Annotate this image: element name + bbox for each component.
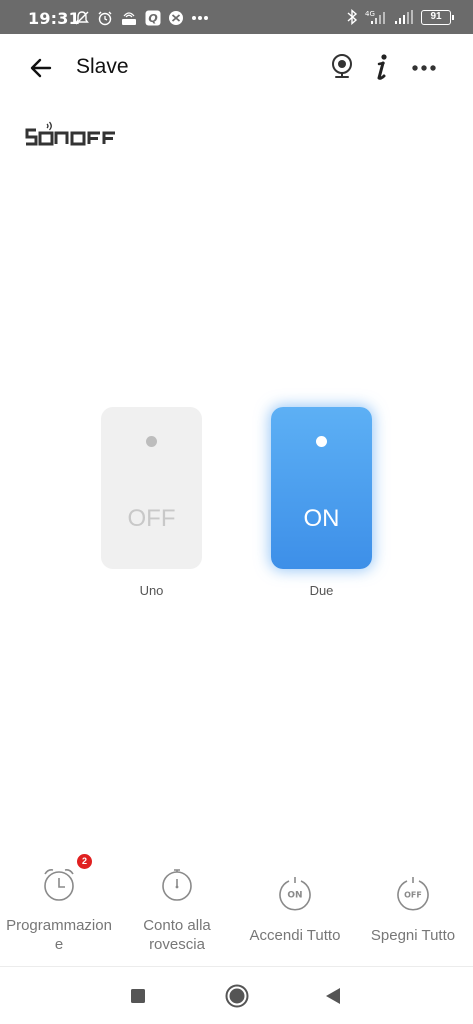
q-app-icon: Q — [145, 10, 161, 26]
bell-muted-icon — [75, 11, 89, 25]
arrow-left-icon — [30, 58, 52, 78]
camera-button[interactable] — [327, 52, 357, 82]
hotspot-icon — [122, 12, 136, 25]
power-on-icon: ON — [277, 876, 313, 912]
switch-due[interactable]: ON — [271, 407, 372, 569]
info-icon — [377, 54, 387, 80]
schedule-label-line2: e — [54, 936, 64, 953]
triangle-back-icon — [326, 988, 340, 1004]
signal-4g-icon: 4G — [365, 10, 385, 24]
battery-indicator: 91 — [421, 9, 454, 25]
more-notifications-icon — [192, 16, 208, 20]
countdown-label-line2: rovescia — [149, 936, 205, 953]
bottom-action-bar: 2 Programmazion e Conto alla rovescia ON… — [0, 854, 473, 966]
status-bar: 19:31 Q 4G 91 — [0, 0, 473, 34]
system-back-button[interactable] — [321, 983, 347, 1009]
power-off-icon-text: OFF — [404, 891, 422, 900]
all-on-label: Accendi Tutto — [249, 927, 341, 944]
recents-button[interactable] — [125, 983, 151, 1009]
info-button[interactable] — [368, 52, 396, 82]
network-label: 4G — [365, 10, 375, 18]
alarm-clock-icon — [41, 866, 77, 902]
system-nav-bar — [0, 967, 473, 1024]
notification-icons: Q — [74, 10, 209, 26]
power-off-icon: OFF — [395, 876, 431, 912]
app-header: Slave — [0, 34, 473, 100]
switch-indicator-dot — [316, 436, 327, 447]
webcam-icon — [332, 54, 352, 78]
status-right-icons: 4G 91 — [346, 9, 454, 25]
more-options-button[interactable] — [408, 52, 440, 82]
switch-label-due: Due — [309, 583, 334, 598]
signal-icon — [395, 10, 413, 24]
countdown-button[interactable]: Conto alla rovescia — [118, 856, 236, 966]
page-title: Slave — [76, 55, 129, 78]
switch-state-text: ON — [303, 505, 340, 532]
switch-indicator-dot — [146, 436, 157, 447]
sonoff-logo — [25, 121, 115, 146]
schedule-label-line1: Programmazion — [6, 917, 112, 934]
status-time: 19:31 — [28, 9, 80, 28]
all-off-button[interactable]: OFF Spegni Tutto — [354, 856, 472, 966]
app-notification-icon — [169, 11, 183, 25]
home-button[interactable] — [224, 983, 250, 1009]
schedule-count-badge: 2 — [77, 854, 92, 869]
switch-uno[interactable]: OFF — [101, 407, 202, 569]
power-on-icon-text: ON — [287, 891, 302, 901]
alarm-clock-icon — [98, 11, 112, 26]
circle-home-icon — [225, 984, 249, 1008]
bluetooth-icon — [347, 9, 358, 25]
all-on-button[interactable]: ON Accendi Tutto — [236, 856, 354, 966]
square-icon — [131, 989, 145, 1003]
schedule-button[interactable]: 2 Programmazion e — [0, 854, 118, 966]
switch-state-text: OFF — [127, 505, 176, 532]
countdown-label-line1: Conto alla — [143, 917, 211, 934]
stopwatch-icon — [159, 866, 195, 902]
all-off-label: Spegni Tutto — [370, 927, 456, 944]
more-horizontal-icon — [412, 65, 436, 71]
switch-label-uno: Uno — [139, 583, 164, 598]
back-button[interactable] — [26, 53, 56, 83]
svg-text:Q: Q — [148, 12, 157, 25]
